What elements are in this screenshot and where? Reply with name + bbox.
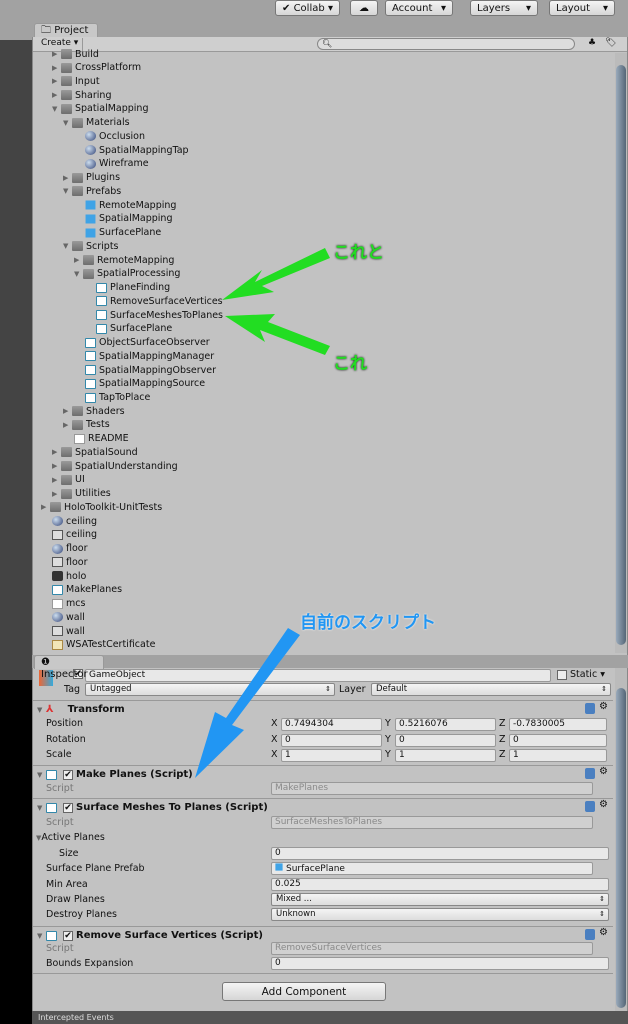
gear-icon[interactable]: ⚙ bbox=[599, 701, 608, 712]
tab-project[interactable]: 🗀 Project bbox=[34, 23, 98, 37]
gear-icon[interactable]: ⚙ bbox=[599, 766, 608, 777]
annotation-green-1: これと bbox=[333, 243, 384, 263]
gear-icon[interactable]: ⚙ bbox=[599, 799, 608, 810]
help-book-icon[interactable] bbox=[585, 929, 595, 940]
help-book-icon[interactable] bbox=[585, 768, 595, 779]
tab-inspector[interactable]: ❶ Inspector bbox=[34, 655, 104, 680]
help-book-icon[interactable] bbox=[585, 801, 595, 812]
blue-arrow bbox=[195, 628, 300, 778]
info-icon: ❶ bbox=[41, 657, 50, 668]
annotation-blue: 自前のスクリプト bbox=[300, 613, 436, 633]
green-arrow-2 bbox=[225, 314, 330, 355]
green-arrow-1 bbox=[222, 248, 330, 300]
annotation-green-2: これ bbox=[333, 354, 367, 374]
project-tab-label: Project bbox=[54, 25, 89, 36]
folder-icon: 🗀 bbox=[41, 25, 51, 36]
help-book-icon[interactable] bbox=[585, 703, 595, 714]
gear-icon[interactable]: ⚙ bbox=[599, 927, 608, 938]
annotation-arrows bbox=[195, 248, 330, 778]
inspector-tab-label: Inspector bbox=[41, 669, 88, 680]
